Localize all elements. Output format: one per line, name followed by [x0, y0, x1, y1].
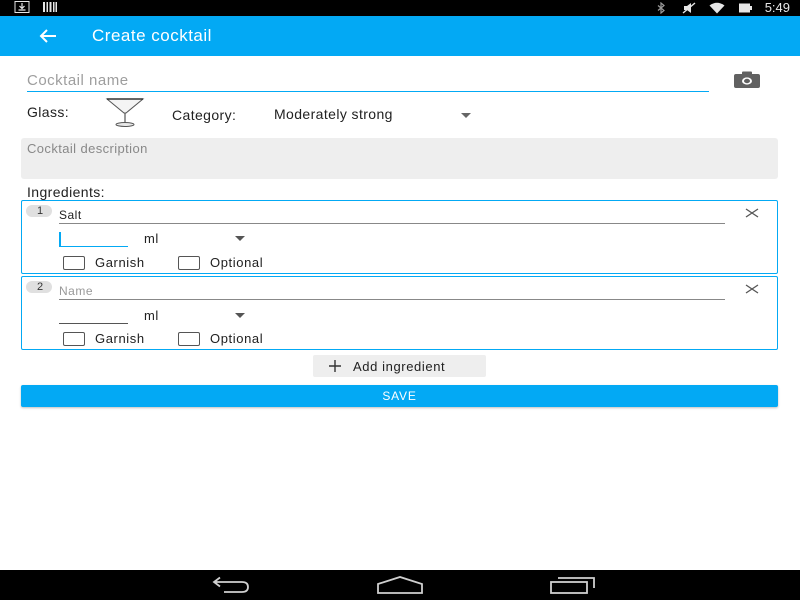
app-bar: Create cocktail: [0, 16, 800, 56]
cocktail-description-input[interactable]: [21, 138, 778, 179]
optional-label: Optional: [210, 331, 264, 346]
ingredient-card: 1 ml Garnish Optional: [21, 200, 778, 274]
navigation-bar: [0, 570, 800, 600]
back-nav-icon[interactable]: [206, 576, 252, 594]
battery-icon: [738, 3, 752, 13]
page-title: Create cocktail: [92, 26, 212, 45]
checkbox-box[interactable]: [63, 331, 85, 346]
camera-icon[interactable]: [733, 71, 761, 89]
close-icon[interactable]: [744, 281, 760, 297]
dropdown-arrow-icon: [235, 236, 245, 241]
checkbox-box[interactable]: [63, 255, 85, 270]
unit-dropdown[interactable]: ml: [144, 308, 250, 324]
cocktail-name-input[interactable]: [27, 70, 709, 92]
garnish-checkbox[interactable]: Garnish: [63, 331, 145, 346]
mute-icon: [682, 2, 696, 14]
unit-dropdown[interactable]: ml: [144, 231, 250, 247]
ingredient-name-input[interactable]: [59, 283, 725, 300]
status-bar: 5:49: [0, 0, 800, 16]
close-icon[interactable]: [744, 205, 760, 221]
glass-label: Glass:: [27, 104, 70, 120]
optional-checkbox[interactable]: Optional: [178, 255, 263, 270]
dropdown-arrow-icon: [235, 313, 245, 318]
home-nav-icon[interactable]: [376, 576, 424, 594]
plus-icon: [329, 360, 341, 372]
wifi-icon: [709, 2, 725, 14]
ingredient-amount-input[interactable]: [59, 308, 128, 324]
ingredient-number: 1: [26, 205, 52, 217]
category-value: Moderately strong: [274, 106, 393, 122]
download-icon: [14, 1, 30, 13]
garnish-label: Garnish: [95, 331, 145, 346]
add-ingredient-button[interactable]: Add ingredient: [313, 355, 486, 377]
optional-checkbox[interactable]: Optional: [178, 331, 263, 346]
clock: 5:49: [764, 0, 790, 15]
text-cursor: [59, 232, 61, 246]
cocktail-glass-icon[interactable]: [104, 96, 146, 128]
optional-label: Optional: [210, 255, 264, 270]
bluetooth-icon: [657, 2, 665, 14]
save-button[interactable]: SAVE: [21, 385, 778, 407]
ingredient-name-input[interactable]: [59, 207, 725, 224]
garnish-label: Garnish: [95, 255, 145, 270]
arrow-left-icon[interactable]: [36, 25, 60, 47]
recents-nav-icon[interactable]: [550, 576, 596, 594]
ingredient-amount-input[interactable]: [59, 231, 128, 247]
barcode-icon: [43, 2, 57, 12]
category-label: Category:: [172, 107, 237, 123]
dropdown-arrow-icon: [461, 113, 471, 118]
checkbox-box[interactable]: [178, 255, 200, 270]
ingredient-card: 2 ml Garnish Optional: [21, 276, 778, 350]
checkbox-box[interactable]: [178, 331, 200, 346]
unit-value: ml: [144, 308, 159, 323]
garnish-checkbox[interactable]: Garnish: [63, 255, 145, 270]
ingredients-label: Ingredients:: [27, 184, 105, 200]
unit-value: ml: [144, 231, 159, 246]
add-ingredient-label: Add ingredient: [353, 359, 446, 374]
category-dropdown[interactable]: Moderately strong: [274, 106, 478, 126]
ingredient-number: 2: [26, 281, 52, 293]
